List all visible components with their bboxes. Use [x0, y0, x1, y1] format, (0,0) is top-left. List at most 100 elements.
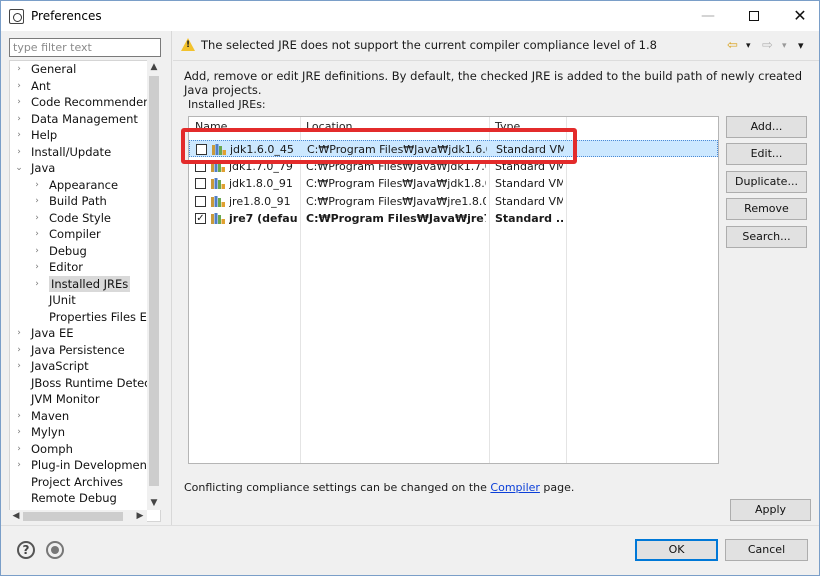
cancel-button[interactable]: Cancel	[725, 539, 808, 561]
chevron-right-icon[interactable]: ›	[32, 226, 42, 242]
chevron-right-icon[interactable]: ›	[32, 177, 42, 193]
chevron-right-icon[interactable]: ›	[14, 358, 24, 374]
forward-dropdown-icon[interactable]: ▾	[782, 39, 787, 53]
window-title: Preferences	[31, 9, 102, 23]
chevron-right-icon[interactable]: ›	[14, 94, 24, 110]
forward-arrow-icon[interactable]: ⇨	[762, 39, 773, 53]
cell-type: Standard VM	[495, 194, 563, 208]
jre-checkbox[interactable]	[195, 160, 206, 172]
compiler-link[interactable]: Compiler	[490, 481, 540, 494]
tree-item-label: General	[31, 62, 77, 76]
jre-library-icon	[211, 195, 225, 207]
minimize-button[interactable]: —	[685, 1, 731, 31]
cell-name: jdk1.7.0_79	[229, 159, 293, 173]
table-row[interactable]: ✓ jre7 (default) C:₩Program Files₩Java₩jre…	[189, 210, 718, 227]
chevron-right-icon[interactable]: ›	[14, 127, 24, 143]
scroll-right-icon[interactable]: ▶	[133, 510, 147, 523]
ok-button[interactable]: OK	[635, 539, 718, 561]
jre-checkbox[interactable]	[195, 195, 206, 207]
tree-item-label: Editor	[49, 260, 84, 274]
column-header-name[interactable]: Name	[189, 117, 227, 136]
chevron-right-icon	[32, 292, 42, 308]
chevron-right-icon[interactable]: ›	[32, 210, 42, 226]
column-header-type[interactable]: Type	[489, 117, 520, 136]
chevron-right-icon[interactable]: ›	[14, 61, 24, 77]
chevron-right-icon[interactable]: ›	[14, 457, 24, 473]
maximize-button[interactable]	[731, 1, 777, 31]
warning-message: The selected JRE does not support the cu…	[201, 38, 657, 52]
chevron-right-icon[interactable]: ›	[32, 243, 42, 259]
tree-item-label: Maven	[31, 408, 70, 423]
tree-item-label: Debug	[49, 243, 87, 258]
tree-vertical-scrollbar[interactable]: ▲ ▼	[147, 60, 161, 510]
cell-location: C:₩Program Files₩Java₩jdk1.6.0_...	[307, 143, 487, 156]
tree-item-label: Compiler	[49, 227, 101, 241]
installed-jres-label: Installed JREs:	[188, 98, 266, 111]
conflict-note: Conflicting compliance settings can be c…	[184, 481, 574, 494]
header-separator	[173, 60, 819, 61]
tree-item-label: Help	[31, 128, 58, 142]
jre-library-icon	[211, 213, 225, 224]
duplicate-button[interactable]: Duplicate...	[726, 171, 807, 193]
tree-item-label: Mylyn	[31, 425, 66, 439]
scroll-up-icon[interactable]: ▲	[147, 60, 161, 74]
cell-type: Standard ...	[495, 212, 563, 225]
jre-checkbox[interactable]: ✓	[195, 213, 206, 224]
chevron-right-icon[interactable]: ›	[14, 441, 24, 457]
cell-type: Standard VM	[496, 143, 564, 156]
table-row[interactable]: jre1.8.0_91 C:₩Program Files₩Java₩jre1.8.…	[189, 193, 718, 210]
chevron-right-icon[interactable]: ›	[14, 325, 24, 341]
close-button[interactable]: ✕	[777, 1, 820, 31]
tree-item-label: Installed JREs	[49, 275, 131, 292]
tree-item-label: Install/Update	[31, 144, 112, 159]
pane-splitter[interactable]	[171, 31, 172, 525]
record-macro-icon[interactable]	[46, 541, 64, 559]
chevron-right-icon[interactable]: ›	[14, 424, 24, 440]
scroll-left-icon[interactable]: ◀	[9, 510, 23, 523]
jre-library-icon	[212, 144, 226, 155]
cell-name: jre1.8.0_91	[229, 194, 291, 208]
view-menu-icon[interactable]: ▾	[798, 39, 804, 53]
back-dropdown-icon[interactable]: ▾	[746, 39, 751, 53]
installed-jres-table: Name Location Type jdk1.6.0_45 C:₩Program…	[188, 116, 719, 464]
tree-item-label: JVM Monitor	[31, 392, 100, 406]
chevron-right-icon[interactable]: ›	[32, 276, 42, 292]
jre-checkbox[interactable]	[196, 144, 207, 155]
table-row[interactable]: jdk1.6.0_45 C:₩Program Files₩Java₩jdk1.6.…	[189, 140, 718, 157]
chevron-right-icon[interactable]: ›	[14, 111, 24, 127]
jre-checkbox[interactable]	[195, 178, 206, 189]
table-row[interactable]: jdk1.8.0_91 C:₩Program Files₩Java₩jdk1.8.…	[189, 175, 718, 192]
add-button[interactable]: Add...	[726, 116, 807, 138]
help-icon[interactable]: ?	[17, 541, 35, 559]
chevron-right-icon[interactable]: ›	[14, 144, 24, 160]
tree-item-label: Java Persistence	[31, 342, 125, 357]
chevron-down-icon[interactable]: ⌄	[14, 160, 24, 176]
tree-scroll-thumb[interactable]	[149, 76, 159, 486]
tree-hscroll-thumb[interactable]	[23, 512, 123, 521]
chevron-right-icon[interactable]: ›	[32, 193, 42, 209]
chevron-right-icon[interactable]: ›	[14, 342, 24, 358]
chevron-right-icon[interactable]: ›	[14, 408, 24, 424]
tree-item-label: Oomph	[31, 441, 73, 456]
tree-item-label: Project Archives	[31, 474, 124, 489]
jre-library-icon	[211, 160, 225, 172]
cell-type: Standard VM	[495, 177, 563, 190]
column-header-location[interactable]: Location	[300, 117, 353, 136]
scroll-down-icon[interactable]: ▼	[147, 496, 161, 510]
search-button[interactable]: Search...	[726, 226, 807, 248]
tree-item-label: JavaScript	[31, 359, 89, 373]
filter-input[interactable]	[9, 38, 161, 57]
apply-button[interactable]: Apply	[730, 499, 811, 521]
chevron-right-icon	[14, 375, 24, 391]
chevron-right-icon[interactable]: ›	[14, 78, 24, 94]
chevron-right-icon	[14, 391, 24, 407]
cell-name: jdk1.8.0_91	[229, 177, 293, 190]
tree-item-label: Plug-in Development	[31, 458, 152, 472]
tree-horizontal-scrollbar[interactable]: ◀ ▶	[9, 510, 147, 523]
remove-button[interactable]: Remove	[726, 198, 807, 220]
table-row[interactable]: jdk1.7.0_79 C:₩Program Files₩Java₩jdk1.7.…	[189, 158, 718, 175]
chevron-right-icon[interactable]: ›	[32, 259, 42, 275]
tree-item-label: Remote Debug	[31, 491, 117, 505]
edit-button[interactable]: Edit...	[726, 143, 807, 165]
back-arrow-icon[interactable]: ⇦	[727, 39, 738, 53]
